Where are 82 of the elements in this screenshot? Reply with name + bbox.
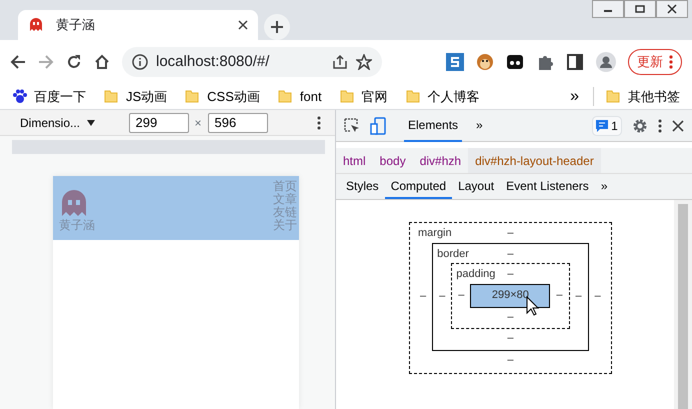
breadcrumb[interactable]: html	[336, 148, 373, 173]
bookmark[interactable]: 个人博客	[406, 86, 480, 106]
close-icon[interactable]	[665, 4, 679, 14]
value-dash: –	[506, 331, 514, 346]
caret-icon	[86, 120, 95, 126]
height-field[interactable]: 596	[208, 112, 268, 132]
sidebar-tab[interactable]: Styles	[340, 174, 385, 199]
folder-icon	[406, 89, 422, 104]
share-icon[interactable]	[332, 54, 348, 70]
content-box: 299×80	[470, 284, 550, 308]
back-icon[interactable]	[10, 54, 26, 70]
paw-icon	[12, 89, 28, 104]
message-icon	[596, 120, 608, 132]
extension-s-icon[interactable]	[446, 53, 464, 71]
monkey-icon[interactable]	[476, 53, 494, 71]
value-dash: –	[506, 226, 514, 241]
restore-icon[interactable]	[633, 4, 647, 14]
device-toggle-icon[interactable]	[370, 116, 386, 134]
ghost-logo-icon	[59, 190, 89, 216]
more-tabs-button[interactable]: »	[594, 174, 614, 199]
address-text: localhost:8080/#/	[156, 52, 270, 72]
puzzle-icon[interactable]	[536, 53, 554, 71]
plus-icon	[271, 21, 283, 33]
box-label: border	[437, 246, 470, 262]
more-icon[interactable]	[317, 116, 321, 130]
value-dash: –	[506, 267, 514, 282]
folder-icon	[104, 89, 120, 104]
breadcrumb[interactable]: div#hzh	[412, 148, 468, 173]
value-dash: –	[594, 289, 602, 304]
sidebar-tab[interactable]: Layout	[452, 174, 500, 199]
value-dash: –	[555, 288, 564, 304]
bookmark[interactable]: CSS动画	[185, 86, 260, 106]
value-dash: –	[438, 288, 446, 304]
extension-dark-icon[interactable]	[506, 53, 524, 71]
width-field[interactable]: 299	[128, 112, 189, 132]
value-dash: –	[574, 288, 583, 304]
side-panel-icon[interactable]	[566, 53, 584, 71]
bookmark[interactable]: JS动画	[104, 86, 168, 106]
sidebar-tab[interactable]: Event Listeners	[500, 174, 595, 199]
star-icon[interactable]	[356, 54, 372, 70]
issues-button[interactable]: 1	[592, 116, 622, 136]
more-icon[interactable]	[658, 118, 662, 132]
tab-title: 黄子涵	[56, 16, 96, 34]
times-sign: ×	[194, 114, 202, 132]
update-button[interactable]: 更新	[628, 49, 682, 75]
breadcrumb[interactable]: body	[372, 148, 413, 173]
browser-tab[interactable]: 黄子涵	[18, 10, 258, 40]
close-icon[interactable]	[238, 20, 248, 30]
value-dash: –	[506, 246, 514, 262]
more-panels-button[interactable]: »	[472, 110, 487, 142]
profile-icon[interactable]	[596, 52, 616, 72]
device-dropdown[interactable]: Dimensio...	[20, 114, 95, 132]
ghost-icon	[28, 17, 44, 33]
site-name: 黄子涵	[59, 217, 95, 234]
folder-icon	[340, 89, 356, 104]
value-dash: –	[457, 288, 466, 304]
bookmark[interactable]: font	[278, 86, 322, 106]
sidebar-tab[interactable]: Computed	[384, 174, 452, 199]
value-dash: –	[419, 289, 428, 304]
folder-icon	[606, 89, 622, 104]
reload-icon[interactable]	[66, 54, 82, 70]
info-icon	[132, 54, 148, 70]
bookmarks-overflow-button[interactable]: »	[570, 84, 579, 108]
bookmark[interactable]: 官网	[340, 86, 388, 106]
value-dash: –	[506, 310, 514, 324]
new-tab-button[interactable]	[264, 14, 290, 40]
folder-icon	[185, 89, 202, 104]
breadcrumb[interactable]: div#hzh-layout-header	[468, 148, 601, 173]
box-label: margin	[418, 226, 453, 241]
more-icon	[669, 55, 673, 69]
home-icon[interactable]	[94, 54, 110, 70]
settings-icon[interactable]	[632, 118, 648, 134]
bookmark-folder[interactable]: 其他书签	[593, 86, 680, 106]
address-bar[interactable]: localhost:8080/#/	[122, 47, 382, 77]
bookmark[interactable]: 百度一下	[12, 86, 86, 106]
inspect-icon[interactable]	[344, 118, 360, 134]
close-icon[interactable]	[672, 120, 684, 132]
value-dash: –	[506, 352, 514, 368]
scrollbar[interactable]	[674, 200, 692, 409]
box-label: padding	[456, 267, 496, 282]
folder-icon	[278, 89, 294, 104]
panel-tab[interactable]: Elements	[404, 110, 462, 142]
